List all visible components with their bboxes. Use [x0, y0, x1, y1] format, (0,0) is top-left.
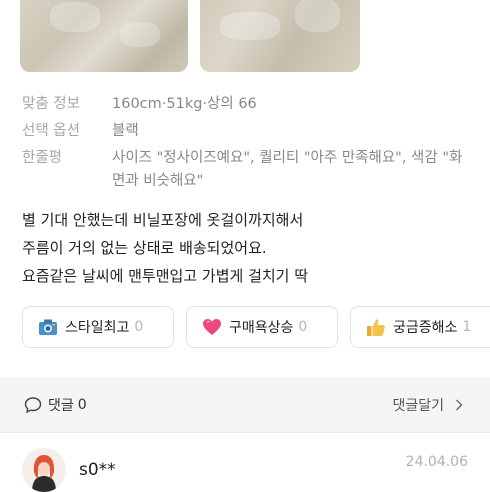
comment-count-value: 0	[77, 396, 87, 413]
option-row: 선택 옵션 블랙	[22, 120, 472, 143]
write-comment-label: 댓글달기	[392, 397, 444, 414]
reaction-style-button[interactable]: 스타일최고 0	[22, 306, 174, 348]
heart-icon	[201, 317, 223, 337]
review-date: 24.04.06	[405, 454, 468, 470]
option-value: 블랙	[112, 123, 139, 139]
reaction-count: 1	[462, 319, 472, 335]
reaction-chips: 스타일최고 0 구매욕상승 0 궁금증해소 1	[22, 306, 490, 348]
review-body-line: 주름이 거의 없는 상태로 배송되었어요.	[22, 239, 267, 257]
summary-label: 한줄평	[22, 150, 63, 166]
fit-info-label: 맞춤 정보	[22, 96, 80, 112]
chevron-right-icon	[456, 399, 463, 410]
camera-icon	[37, 317, 59, 337]
review-photos	[0, 0, 490, 80]
comment-bubble-icon	[24, 396, 42, 413]
review-body-line: 요즘같은 날씨에 맨투맨입고 가볍게 걸치기 딱	[22, 267, 309, 285]
reaction-count: 0	[298, 319, 308, 335]
review-photo-2[interactable]	[200, 0, 360, 72]
review-photo-1[interactable]	[20, 0, 188, 72]
summary-value: 사이즈 "정사이즈예요", 퀄리티 "아주 만족해요", 색감 "화면과 비슷해…	[112, 150, 463, 189]
fit-info-row: 맞춤 정보 160cm·51kg·상의 66	[22, 93, 472, 116]
review-body-line: 별 기대 안했는데 비닐포장에 옷걸이까지해서	[22, 211, 304, 229]
username: s0**	[79, 460, 116, 480]
reaction-helpful-button[interactable]: 궁금증해소 1	[350, 306, 490, 348]
divider	[0, 432, 490, 433]
thumbs-up-icon	[365, 317, 387, 337]
comment-bar: 댓글 0 댓글달기	[0, 377, 490, 432]
comment-label: 댓글	[48, 397, 74, 414]
reaction-label: 궁금증해소	[393, 320, 458, 336]
avatar[interactable]	[22, 448, 66, 492]
reaction-count: 0	[134, 319, 144, 335]
reaction-label: 구매욕상승	[229, 320, 294, 336]
review-body: 별 기대 안했는데 비닐포장에 옷걸이까지해서 주름이 거의 없는 상태로 배송…	[22, 206, 308, 290]
option-label: 선택 옵션	[22, 123, 80, 139]
reaction-desire-button[interactable]: 구매욕상승 0	[186, 306, 338, 348]
comment-count[interactable]: 댓글 0	[24, 395, 87, 415]
write-comment-link[interactable]: 댓글달기	[392, 395, 466, 415]
next-review-header: s0** 24.04.06	[22, 448, 468, 492]
reaction-label: 스타일최고	[65, 320, 130, 336]
summary-row: 한줄평 사이즈 "정사이즈예요", 퀄리티 "아주 만족해요", 색감 "화면과…	[22, 147, 472, 193]
fit-info-value: 160cm·51kg·상의 66	[112, 96, 257, 112]
